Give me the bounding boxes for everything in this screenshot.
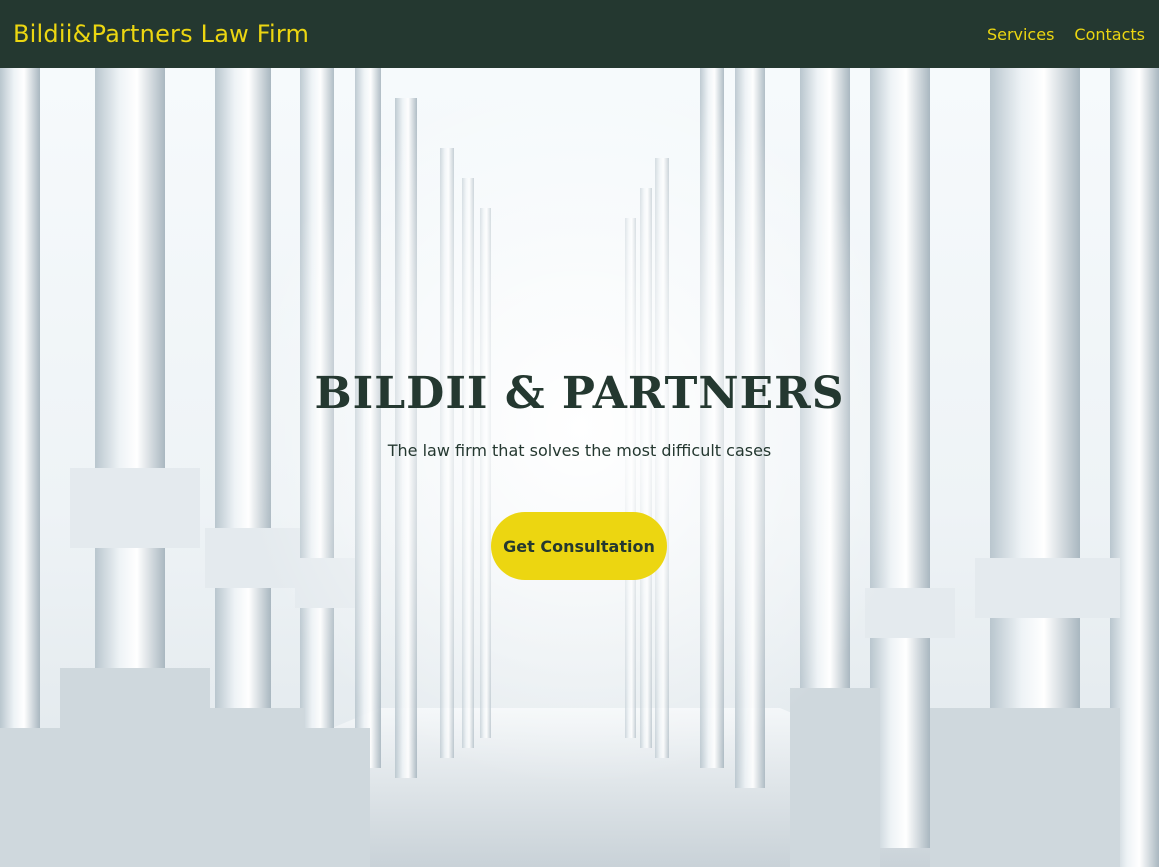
hero-subtitle: The law firm that solves the most diffic… bbox=[387, 441, 772, 460]
navbar: Bildii&Partners Law Firm Services Contac… bbox=[0, 0, 1159, 68]
get-consultation-button[interactable]: Get Consultation bbox=[491, 512, 667, 580]
hero-title: BILDII & PARTNERS bbox=[314, 368, 845, 419]
hero-section: BILDII & PARTNERS The law firm that solv… bbox=[0, 68, 1159, 867]
nav-link-contacts[interactable]: Contacts bbox=[1074, 25, 1145, 44]
nav-links: Services Contacts bbox=[987, 25, 1145, 44]
nav-link-services[interactable]: Services bbox=[987, 25, 1054, 44]
hero-content: BILDII & PARTNERS The law firm that solv… bbox=[0, 368, 1159, 460]
brand-logo-link[interactable]: Bildii&Partners Law Firm bbox=[13, 20, 309, 48]
hero-background-image bbox=[0, 68, 1159, 867]
